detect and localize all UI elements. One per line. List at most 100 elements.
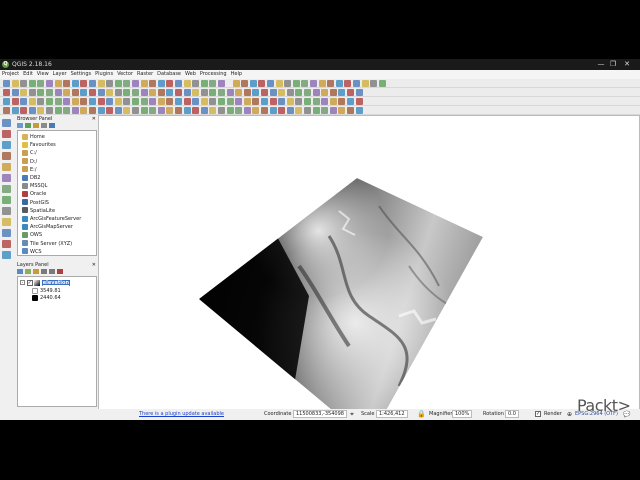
toolbar-tool-icon[interactable] <box>278 89 286 96</box>
toolbar-tool-icon[interactable] <box>114 98 122 105</box>
browser-item[interactable]: E:/ <box>22 166 37 174</box>
crs-globe-icon[interactable]: ⊕ <box>567 409 572 420</box>
toolbar-tool-icon[interactable] <box>209 98 217 105</box>
toolbar-tool-icon[interactable] <box>54 89 62 96</box>
browser-item[interactable]: ArcGisMapServer <box>22 223 73 231</box>
toolbar-tool-icon[interactable] <box>157 89 165 96</box>
toolbar-tool-icon[interactable] <box>335 80 343 87</box>
toolbar-tool-icon[interactable] <box>301 80 309 87</box>
toolbar-tool-icon[interactable] <box>252 89 260 96</box>
properties-icon[interactable] <box>49 123 55 128</box>
toolbar-tool-icon[interactable] <box>46 107 53 114</box>
layer-visibility-checkbox[interactable]: ✓ <box>26 279 33 286</box>
toolbar-tool-icon[interactable] <box>243 107 251 114</box>
toolbar-tool-icon[interactable] <box>80 89 88 96</box>
toolbar-tool-icon[interactable] <box>149 98 157 105</box>
menu-view[interactable]: View <box>35 70 51 79</box>
toolbar-tool-icon[interactable] <box>278 107 286 114</box>
toolbar-tool-icon[interactable] <box>235 89 243 96</box>
toolbar-tool-icon[interactable] <box>97 89 105 96</box>
toolbar-tool-icon[interactable] <box>183 80 191 87</box>
toolbar-tool-icon[interactable] <box>370 80 378 87</box>
add-group-icon[interactable] <box>25 269 31 274</box>
expand-toggle-icon[interactable]: - <box>20 280 25 285</box>
browser-item[interactable]: PostGIS <box>22 199 49 207</box>
toolbar-tool-icon[interactable] <box>304 107 311 114</box>
toolbar-tool-icon[interactable] <box>28 80 36 87</box>
toolbar-tool-icon[interactable] <box>37 80 45 87</box>
minimize-button[interactable]: — <box>596 60 606 69</box>
toolbar-tool-icon[interactable] <box>267 80 274 87</box>
toolbar-tool-icon[interactable] <box>218 98 225 105</box>
toolbar-tool-icon[interactable] <box>312 89 320 96</box>
toolbar-tool-icon[interactable] <box>175 107 182 114</box>
browser-item[interactable]: Oracle <box>22 190 46 198</box>
style-icon[interactable] <box>17 269 23 274</box>
toolbar-tool-icon[interactable] <box>28 107 36 114</box>
maximize-button[interactable]: ❐ <box>608 60 618 69</box>
toolbar-tool-icon[interactable] <box>209 107 217 114</box>
toolbar-tool-icon[interactable] <box>355 98 363 105</box>
close-button[interactable]: ✕ <box>622 60 632 69</box>
toolbar-tool-icon[interactable] <box>175 89 182 96</box>
toolbar-tool-icon[interactable] <box>235 107 243 114</box>
browser-item[interactable]: Tile Server (XYZ) <box>22 240 72 248</box>
toolbar-tool-icon[interactable] <box>97 107 105 114</box>
toolbar-tool-icon[interactable] <box>89 80 96 87</box>
toolbar-tool-icon[interactable] <box>329 89 337 96</box>
remove-layer-icon[interactable] <box>57 269 63 274</box>
left-toolbar-tool-icon[interactable] <box>2 218 11 226</box>
toolbar-tool-icon[interactable] <box>261 107 268 114</box>
toolbar-tool-icon[interactable] <box>252 98 260 105</box>
menu-help[interactable]: Help <box>229 70 244 79</box>
toolbar-tool-icon[interactable] <box>114 107 122 114</box>
toolbar-tool-icon[interactable] <box>140 89 148 96</box>
toolbar-tool-icon[interactable] <box>286 98 294 105</box>
toolbar-tool-icon[interactable] <box>63 89 71 96</box>
toolbar-tool-icon[interactable] <box>46 98 53 105</box>
toolbar-tool-icon[interactable] <box>37 98 45 105</box>
toolbar-tool-icon[interactable] <box>54 107 62 114</box>
toolbar-tool-icon[interactable] <box>226 98 234 105</box>
toolbar-tool-icon[interactable] <box>261 98 268 105</box>
toolbar-tool-icon[interactable] <box>132 80 139 87</box>
toolbar-tool-icon[interactable] <box>209 80 217 87</box>
toolbar-tool-icon[interactable] <box>71 107 79 114</box>
toolbar-tool-icon[interactable] <box>63 107 71 114</box>
toolbar-tool-icon[interactable] <box>149 107 157 114</box>
toolbar-tool-icon[interactable] <box>183 89 191 96</box>
toolbar-tool-icon[interactable] <box>11 80 19 87</box>
toolbar-tool-icon[interactable] <box>106 98 114 105</box>
toolbar-tool-icon[interactable] <box>123 98 131 105</box>
toolbar-tool-icon[interactable] <box>63 98 71 105</box>
toolbar-tool-icon[interactable] <box>37 107 45 114</box>
menu-database[interactable]: Database <box>155 70 183 79</box>
toolbar-tool-icon[interactable] <box>321 98 329 105</box>
toolbar-tool-icon[interactable] <box>175 80 182 87</box>
toolbar-tool-icon[interactable] <box>304 98 311 105</box>
toolbar-tool-icon[interactable] <box>71 80 79 87</box>
toolbar-tool-icon[interactable] <box>200 89 208 96</box>
toolbar-tool-icon[interactable] <box>218 80 225 87</box>
toolbar-tool-icon[interactable] <box>20 107 28 114</box>
toolbar-tool-icon[interactable] <box>132 107 139 114</box>
toolbar-tool-icon[interactable] <box>347 107 354 114</box>
menu-plugins[interactable]: Plugins <box>93 70 115 79</box>
menu-processing[interactable]: Processing <box>198 70 229 79</box>
menu-settings[interactable]: Settings <box>69 70 94 79</box>
toolbar-tool-icon[interactable] <box>20 80 28 87</box>
toolbar-tool-icon[interactable] <box>157 107 165 114</box>
toolbar-tool-icon[interactable] <box>54 98 62 105</box>
toolbar-tool-icon[interactable] <box>80 80 88 87</box>
panel-close-icon[interactable]: ✕ <box>92 115 96 123</box>
lock-icon[interactable]: 🔒 <box>417 409 426 420</box>
toolbar-tool-icon[interactable] <box>347 98 354 105</box>
toolbar-tool-icon[interactable] <box>166 89 174 96</box>
toolbar-tool-icon[interactable] <box>232 80 240 87</box>
toolbar-tool-icon[interactable] <box>132 89 139 96</box>
left-toolbar-tool-icon[interactable] <box>2 141 11 149</box>
toolbar-tool-icon[interactable] <box>284 80 292 87</box>
toolbar-tool-icon[interactable] <box>361 80 369 87</box>
toolbar-tool-icon[interactable] <box>286 89 294 96</box>
toolbar-tool-icon[interactable] <box>200 80 208 87</box>
